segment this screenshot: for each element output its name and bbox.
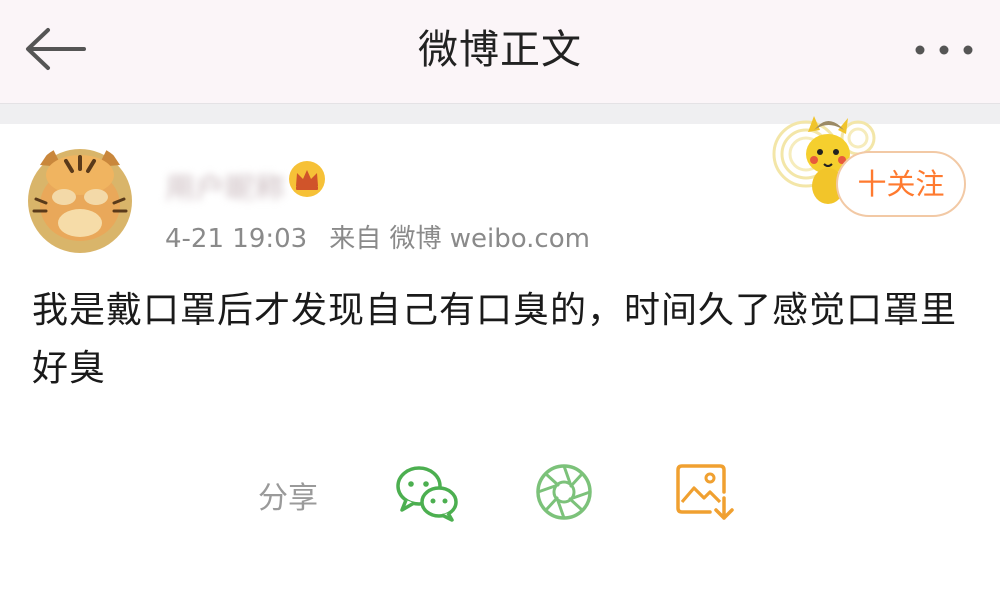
post-meta: 4-21 19:03 来自 微博 weibo.com xyxy=(165,218,590,255)
post-source[interactable]: 来自 微博 weibo.com xyxy=(329,224,590,254)
follow-button[interactable]: 十关注 xyxy=(836,151,966,217)
share-moments-button[interactable] xyxy=(534,462,594,522)
more-button[interactable] xyxy=(910,40,978,60)
crown-icon xyxy=(288,160,326,198)
post-time: 4-21 19:03 xyxy=(165,224,308,254)
author-avatar[interactable] xyxy=(26,143,134,255)
tiger-avatar xyxy=(28,147,132,253)
more-dots-icon xyxy=(915,45,973,55)
page-title: 微博正文 xyxy=(418,27,582,73)
wechat-icon xyxy=(396,466,458,522)
share-label: 分享 xyxy=(258,481,318,516)
save-image-button[interactable] xyxy=(674,462,738,522)
share-wechat-button[interactable] xyxy=(394,462,460,522)
moments-icon xyxy=(536,464,592,520)
save-image-icon xyxy=(676,464,734,520)
author-name[interactable]: 用户昵称 xyxy=(165,164,285,200)
top-bar: 微博正文 xyxy=(0,0,1000,103)
post-content: 我是戴口罩后才发现自己有口臭的，时间久了感觉口罩里好臭 xyxy=(32,290,958,389)
